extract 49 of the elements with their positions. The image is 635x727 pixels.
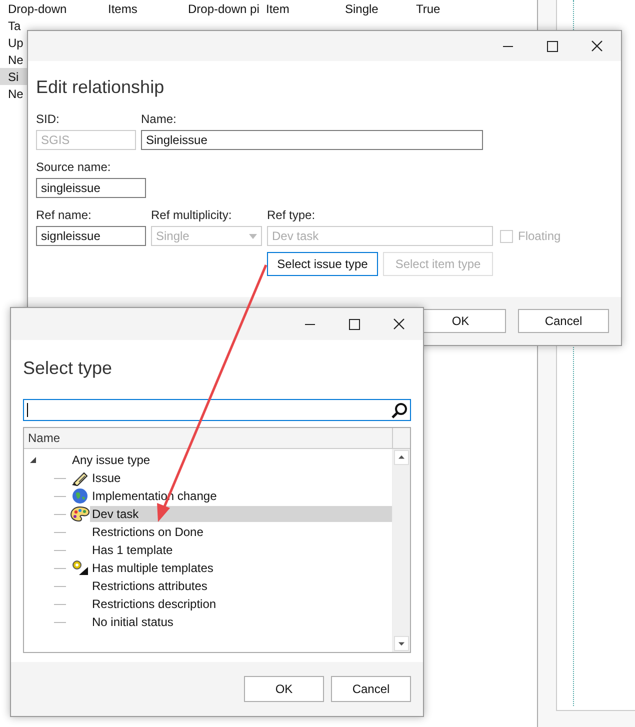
table-cell-text: Single — [344, 2, 380, 16]
table-cell-text: Up — [7, 36, 24, 50]
table-cell-text: Si — [7, 70, 19, 84]
tree-item[interactable]: Has multiple templates — [90, 560, 392, 576]
search-field[interactable] — [23, 399, 411, 421]
globe-icon — [70, 488, 90, 504]
expand-icon[interactable] — [29, 456, 37, 464]
scroll-down-icon[interactable] — [394, 636, 409, 651]
table-cell-text: True — [415, 2, 440, 16]
input-field[interactable]: signleissue — [36, 226, 146, 246]
tree-item[interactable]: No initial status — [90, 614, 392, 630]
table-cell-text: Item — [265, 2, 290, 16]
tree-item[interactable]: Has 1 template — [90, 542, 392, 558]
field-label: Ref name: — [36, 208, 92, 222]
field-label: Name: — [141, 112, 178, 126]
maximize-icon[interactable] — [547, 40, 558, 52]
palette-icon — [70, 506, 90, 522]
table-cell-text: Ta — [7, 18, 21, 32]
table-cell-text: Drop-down — [7, 2, 68, 16]
table-cell-text: Items — [107, 2, 138, 16]
field-label: Source name: — [36, 160, 112, 174]
pencil-icon — [70, 470, 90, 486]
scrollbar[interactable] — [392, 449, 410, 652]
caret-icon — [249, 234, 257, 238]
tree-item[interactable]: Any issue type — [72, 453, 150, 467]
close-icon[interactable] — [591, 40, 603, 52]
input-field[interactable]: singleissue — [36, 178, 146, 198]
select-type-button[interactable]: Select issue type — [267, 252, 378, 276]
tree-item[interactable]: Restrictions description — [90, 596, 392, 612]
tree-item[interactable]: Restrictions attributes — [90, 578, 392, 594]
table-cell-text: Ne — [7, 52, 24, 66]
field-label: Ref multiplicity: — [151, 208, 233, 222]
tree-item[interactable]: Issue — [90, 470, 392, 486]
field-label: Ref type: — [267, 208, 316, 222]
table-cell-text: Drop-down pi — [187, 2, 258, 16]
tree-item[interactable]: Restrictions on Done — [90, 524, 392, 540]
dialog-title: Edit relationship — [36, 77, 166, 98]
scroll-up-icon[interactable] — [394, 450, 409, 465]
search-icon — [391, 402, 408, 418]
cancel-button[interactable]: Cancel — [331, 676, 411, 702]
maximize-icon[interactable] — [349, 318, 360, 330]
field-label: SID: — [36, 112, 60, 126]
tree-item[interactable]: Dev task — [90, 506, 392, 522]
table-cell-text: Ne — [7, 86, 24, 100]
dialog-title: Select type — [23, 358, 114, 379]
input-field[interactable]: Singleissue — [141, 130, 483, 150]
ok-button[interactable]: OK — [244, 676, 324, 702]
close-icon[interactable] — [393, 318, 405, 330]
cancel-button[interactable]: Cancel — [518, 309, 609, 333]
